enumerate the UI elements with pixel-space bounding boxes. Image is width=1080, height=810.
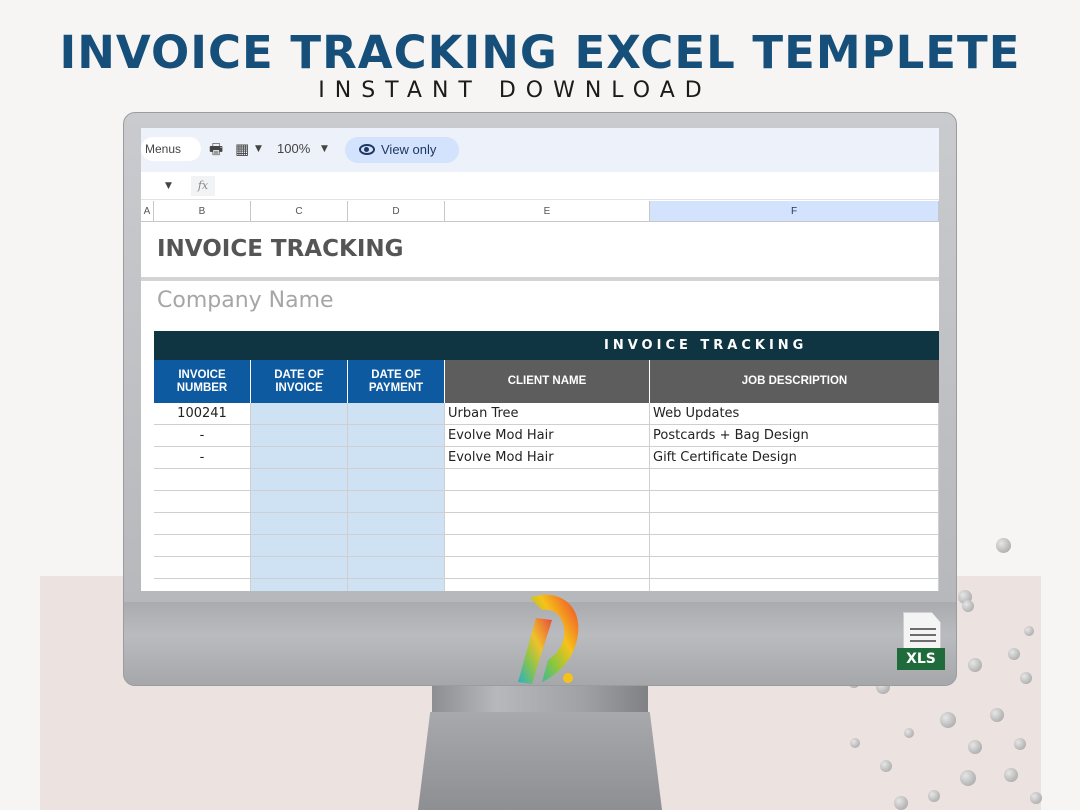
date-of-invoice-cell[interactable]	[251, 579, 348, 591]
job-description-cell[interactable]	[650, 513, 939, 535]
promo-title: INVOICE TRACKING EXCEL TEMPLETE	[59, 26, 1021, 79]
job-description-cell[interactable]	[650, 491, 939, 513]
print-icon[interactable]: 🖶	[209, 140, 223, 158]
section-header: INVOICE TRACKING	[154, 331, 939, 360]
fx-icon: fx	[191, 176, 215, 196]
date-of-invoice-cell[interactable]	[251, 469, 348, 491]
job-description-cell[interactable]	[650, 469, 939, 491]
header-date-of-invoice: DATE OF INVOICE	[251, 360, 348, 403]
invoice-number-cell[interactable]	[154, 535, 251, 557]
header-invoice-number: INVOICE NUMBER	[154, 360, 251, 403]
chevron-down-icon[interactable]: ▼	[321, 144, 328, 154]
invoice-number-cell[interactable]	[154, 513, 251, 535]
client-name-cell[interactable]: Urban Tree	[445, 403, 650, 425]
date-of-invoice-cell[interactable]	[251, 557, 348, 579]
date-of-payment-cell[interactable]	[348, 579, 445, 591]
date-of-invoice-cell[interactable]	[251, 425, 348, 447]
date-of-invoice-cell[interactable]	[251, 491, 348, 513]
date-of-payment-cell[interactable]	[348, 447, 445, 469]
header-date-of-payment: DATE OF PAYMENT	[348, 360, 445, 403]
title-divider	[141, 277, 939, 281]
view-only-label: View only	[381, 142, 437, 157]
date-of-payment-cell[interactable]	[348, 403, 445, 425]
formula-bar: ▼ fx	[141, 174, 939, 200]
client-name-cell[interactable]	[445, 535, 650, 557]
date-of-payment-cell[interactable]	[348, 425, 445, 447]
monitor-stand-base	[418, 712, 662, 810]
job-description-cell[interactable]	[650, 557, 939, 579]
invoice-number-cell[interactable]	[154, 491, 251, 513]
date-of-payment-cell[interactable]	[348, 491, 445, 513]
column-header-c[interactable]: C	[251, 201, 348, 222]
date-of-invoice-cell[interactable]	[251, 513, 348, 535]
toolbar: Menus 🖶 ▦ ▼ 100% ▼ View only	[141, 128, 939, 172]
date-of-payment-cell[interactable]	[348, 557, 445, 579]
client-name-cell[interactable]	[445, 491, 650, 513]
invoice-number-cell[interactable]	[154, 557, 251, 579]
eye-icon	[359, 144, 375, 155]
job-description-cell[interactable]	[650, 535, 939, 557]
menus-search[interactable]: Menus	[141, 137, 201, 161]
client-name-cell[interactable]	[445, 513, 650, 535]
header-job-description: JOB DESCRIPTION	[650, 360, 939, 403]
client-name-cell[interactable]: Evolve Mod Hair	[445, 425, 650, 447]
view-only-button[interactable]: View only	[345, 137, 459, 163]
job-description-cell[interactable]	[650, 579, 939, 591]
client-name-cell[interactable]	[445, 557, 650, 579]
date-of-payment-cell[interactable]	[348, 535, 445, 557]
job-description-cell[interactable]: Web Updates	[650, 403, 939, 425]
column-header-e[interactable]: E	[445, 201, 650, 222]
column-header-d[interactable]: D	[348, 201, 445, 222]
chevron-down-icon[interactable]: ▼	[255, 144, 262, 154]
date-of-invoice-cell[interactable]	[251, 535, 348, 557]
invoice-number-cell[interactable]	[154, 469, 251, 491]
invoice-number-cell[interactable]: -	[154, 447, 251, 469]
client-name-cell[interactable]	[445, 469, 650, 491]
zoom-select[interactable]: 100%	[277, 141, 310, 156]
format-icon[interactable]: ▦	[235, 140, 249, 158]
invoice-number-cell[interactable]: 100241	[154, 403, 251, 425]
job-description-cell[interactable]: Postcards + Bag Design	[650, 425, 939, 447]
header-client-name: CLIENT NAME	[445, 360, 650, 403]
column-header-f[interactable]: F	[650, 201, 939, 222]
invoice-number-cell[interactable]	[154, 579, 251, 591]
date-of-invoice-cell[interactable]	[251, 447, 348, 469]
date-of-payment-cell[interactable]	[348, 469, 445, 491]
date-of-payment-cell[interactable]	[348, 513, 445, 535]
chevron-down-icon[interactable]: ▼	[165, 181, 172, 191]
spreadsheet-screen: Menus 🖶 ▦ ▼ 100% ▼ View only ▼ fx A B C …	[141, 128, 939, 591]
client-name-cell[interactable]: Evolve Mod Hair	[445, 447, 650, 469]
column-header-b[interactable]: B	[154, 201, 251, 222]
xls-label: XLS	[897, 648, 945, 670]
brand-logo-icon	[518, 594, 579, 684]
column-header-a[interactable]: A	[141, 201, 154, 222]
sheet-title: INVOICE TRACKING	[157, 236, 404, 262]
xls-file-icon: XLS	[897, 612, 947, 676]
company-name[interactable]: Company Name	[157, 288, 334, 313]
promo-subtitle: INSTANT DOWNLOAD	[318, 78, 712, 103]
date-of-invoice-cell[interactable]	[251, 403, 348, 425]
invoice-number-cell[interactable]: -	[154, 425, 251, 447]
job-description-cell[interactable]: Gift Certificate Design	[650, 447, 939, 469]
